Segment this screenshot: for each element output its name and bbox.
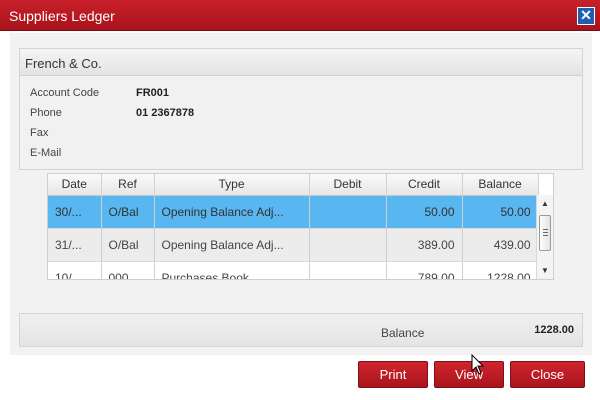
scroll-up-icon[interactable]: ▲ bbox=[541, 199, 549, 208]
phone-label: Phone bbox=[30, 107, 62, 119]
window-title: Suppliers Ledger bbox=[9, 8, 115, 24]
scroll-down-icon[interactable]: ▼ bbox=[541, 266, 549, 275]
print-button[interactable]: Print bbox=[358, 361, 428, 388]
close-icon[interactable]: ✕ bbox=[577, 7, 595, 25]
email-label: E-Mail bbox=[30, 147, 62, 159]
view-button[interactable]: View bbox=[434, 361, 504, 388]
phone-row: Phone 01 2367878 bbox=[30, 107, 194, 119]
cell-debit bbox=[309, 228, 387, 262]
balance-bar: Balance 1228.00 bbox=[19, 313, 583, 347]
cell-debit bbox=[309, 261, 387, 279]
cell-ref: O/Bal bbox=[101, 195, 155, 229]
scroll-thumb[interactable] bbox=[539, 215, 551, 251]
title-bar: Suppliers Ledger ✕ bbox=[0, 0, 600, 31]
cell-date: 30/... bbox=[48, 195, 102, 229]
cell-ref: 000 bbox=[101, 261, 155, 279]
fax-label: Fax bbox=[30, 127, 49, 139]
ledger-grid[interactable]: Date Ref Type Debit Credit Balance 30/..… bbox=[47, 173, 554, 280]
account-code-label: Account Code bbox=[30, 87, 100, 99]
table-row[interactable]: 10/... 000 Purchases Book 789.00 1228.00 bbox=[48, 261, 539, 279]
supplier-panel: French & Co. Account Code FR001 Phone 01 2… bbox=[19, 48, 583, 170]
cell-balance: 1228.00 bbox=[462, 261, 539, 279]
cell-ref: O/Bal bbox=[101, 228, 155, 262]
cell-date: 31/... bbox=[48, 228, 102, 262]
email-row: E-Mail bbox=[30, 147, 136, 159]
account-code-value: FR001 bbox=[136, 87, 170, 99]
supplier-name: French & Co. bbox=[20, 49, 582, 76]
col-credit[interactable]: Credit bbox=[386, 174, 463, 196]
table-row[interactable]: 31/... O/Bal Opening Balance Adj... 389.… bbox=[48, 228, 539, 262]
account-code-row: Account Code FR001 bbox=[30, 87, 169, 99]
cell-date: 10/... bbox=[48, 261, 102, 279]
close-button[interactable]: Close bbox=[510, 361, 585, 388]
balance-value: 1228.00 bbox=[534, 324, 574, 336]
balance-label: Balance bbox=[381, 326, 425, 340]
cell-type: Purchases Book bbox=[154, 261, 310, 279]
grid-header: Date Ref Type Debit Credit Balance bbox=[48, 174, 539, 196]
fax-row: Fax bbox=[30, 127, 136, 139]
table-row[interactable]: 30/... O/Bal Opening Balance Adj... 50.0… bbox=[48, 195, 539, 229]
col-balance[interactable]: Balance bbox=[462, 174, 539, 196]
col-date[interactable]: Date bbox=[48, 174, 102, 196]
mouse-cursor-icon bbox=[471, 354, 485, 375]
cell-credit: 389.00 bbox=[386, 228, 463, 262]
vertical-scrollbar[interactable]: ▲ ▼ bbox=[536, 195, 553, 279]
cell-debit bbox=[309, 195, 387, 229]
cell-credit: 50.00 bbox=[386, 195, 463, 229]
cell-type: Opening Balance Adj... bbox=[154, 195, 310, 229]
cell-balance: 50.00 bbox=[462, 195, 539, 229]
cell-balance: 439.00 bbox=[462, 228, 539, 262]
cell-credit: 789.00 bbox=[386, 261, 463, 279]
phone-value: 01 2367878 bbox=[136, 107, 195, 119]
col-debit[interactable]: Debit bbox=[309, 174, 387, 196]
col-type[interactable]: Type bbox=[154, 174, 310, 196]
col-ref[interactable]: Ref bbox=[101, 174, 155, 196]
cell-type: Opening Balance Adj... bbox=[154, 228, 310, 262]
